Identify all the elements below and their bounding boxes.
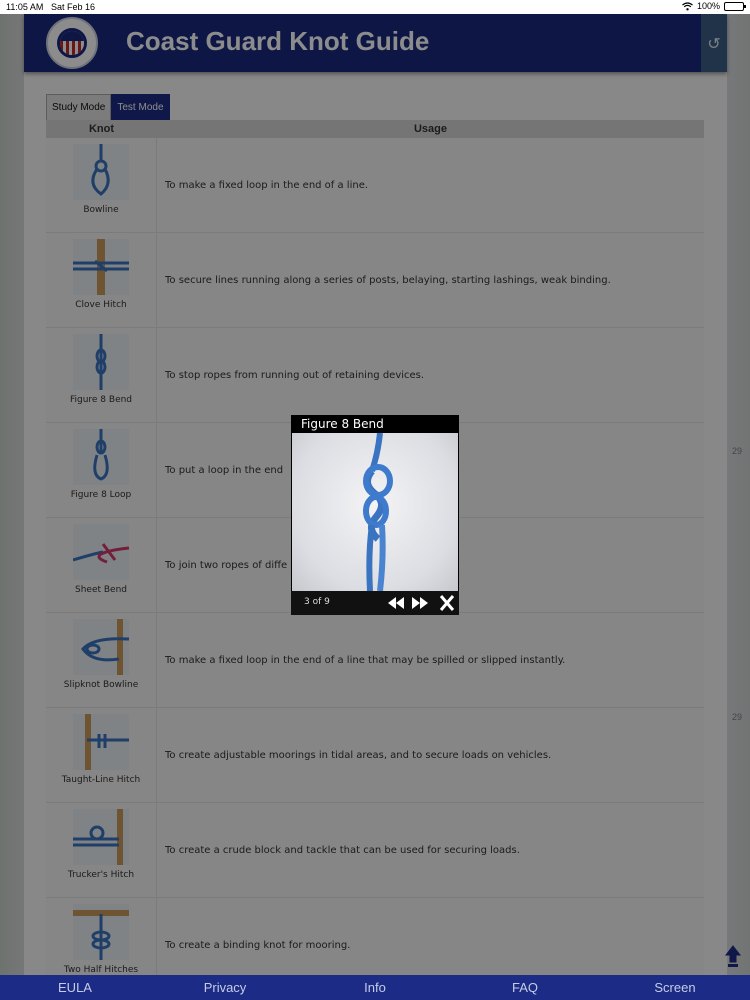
popup-footer: 3 of 9 [291,591,459,615]
knot-image-popup: Figure 8 Bend 3 of 9 [291,415,459,615]
next-icon[interactable] [411,595,429,611]
close-icon[interactable] [438,595,456,611]
popup-counter: 3 of 9 [304,597,330,607]
nav-info[interactable]: Info [300,975,450,1000]
status-date: Sat Feb 16 [51,2,96,12]
battery-percent: 100% [696,1,720,11]
battery-icon [724,1,746,11]
popup-knot-image [292,433,458,591]
previous-icon[interactable] [387,595,405,611]
bottom-nav: EULA Privacy Info FAQ Screen [0,975,750,1000]
wifi-icon [682,1,693,10]
popup-title: Figure 8 Bend [301,417,384,431]
nav-privacy[interactable]: Privacy [150,975,300,1000]
status-bar: 11:05 AM Sat Feb 16 100% [0,0,750,14]
nav-faq[interactable]: FAQ [450,975,600,1000]
nav-screen[interactable]: Screen [600,975,750,1000]
nav-eula[interactable]: EULA [0,975,150,1000]
status-time: 11:05 AM [6,2,44,12]
status-right: 100% [682,1,746,11]
